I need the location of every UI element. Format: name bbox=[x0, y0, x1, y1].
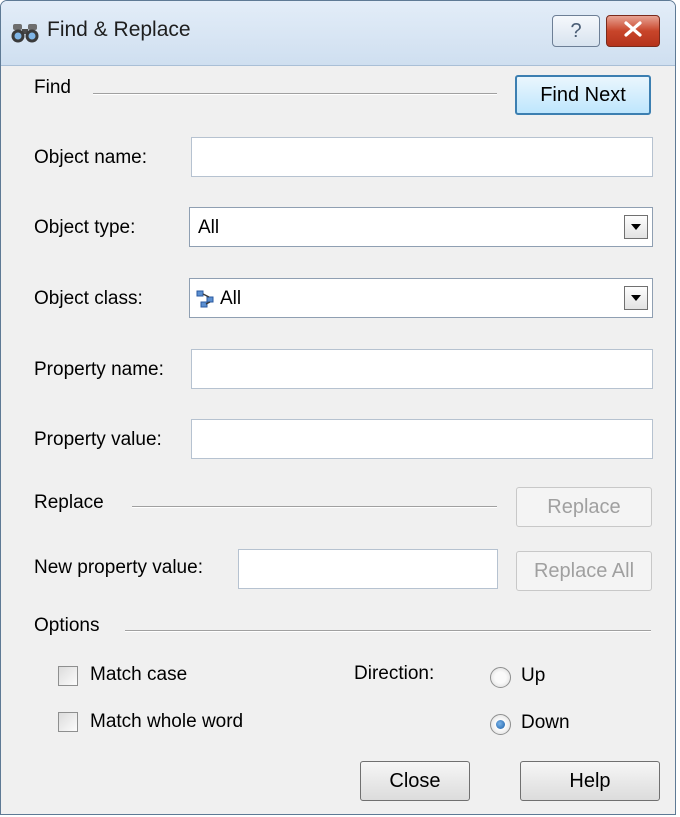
direction-up-label: Up bbox=[521, 665, 546, 686]
object-type-label: Object type: bbox=[34, 217, 136, 238]
property-value-input[interactable] bbox=[191, 419, 653, 459]
direction-up-radio[interactable] bbox=[490, 667, 511, 688]
match-case-label: Match case bbox=[90, 664, 188, 685]
direction-down-label: Down bbox=[521, 712, 570, 733]
object-class-icon bbox=[196, 289, 216, 315]
title-help-button[interactable]: ? bbox=[552, 15, 600, 47]
title-close-button[interactable] bbox=[606, 15, 660, 47]
find-replace-dialog: Find & Replace ? Find Find Next Object n… bbox=[0, 0, 676, 815]
object-class-value: All bbox=[220, 288, 242, 309]
window-title: Find & Replace bbox=[47, 18, 191, 41]
find-next-button[interactable]: Find Next bbox=[515, 75, 651, 115]
chevron-down-icon[interactable] bbox=[624, 286, 648, 310]
replace-all-button[interactable]: Replace All bbox=[516, 551, 652, 591]
title-bar: Find & Replace ? bbox=[1, 1, 675, 66]
chevron-down-icon[interactable] bbox=[624, 215, 648, 239]
object-type-value: All bbox=[198, 217, 220, 238]
object-type-select[interactable]: All bbox=[189, 207, 653, 247]
replace-section-label: Replace bbox=[34, 492, 104, 513]
property-name-label: Property name: bbox=[34, 359, 164, 380]
object-name-input[interactable] bbox=[191, 137, 653, 177]
object-name-label: Object name: bbox=[34, 147, 147, 168]
close-icon bbox=[623, 20, 643, 42]
close-button[interactable]: Close bbox=[360, 761, 470, 801]
new-property-value-label: New property value: bbox=[34, 557, 203, 578]
options-section-label: Options bbox=[34, 615, 100, 636]
options-separator bbox=[125, 630, 651, 632]
replace-separator bbox=[132, 506, 497, 508]
property-name-input[interactable] bbox=[191, 349, 653, 389]
new-property-value-input[interactable] bbox=[238, 549, 498, 589]
binoculars-icon bbox=[11, 21, 39, 45]
match-whole-word-checkbox[interactable] bbox=[58, 712, 78, 732]
match-whole-word-label: Match whole word bbox=[90, 711, 244, 732]
direction-down-radio[interactable] bbox=[490, 714, 511, 735]
find-section-label: Find bbox=[34, 77, 71, 98]
find-separator bbox=[93, 93, 497, 95]
match-case-checkbox[interactable] bbox=[58, 666, 78, 686]
property-value-label: Property value: bbox=[34, 429, 162, 450]
replace-button[interactable]: Replace bbox=[516, 487, 652, 527]
object-class-select[interactable]: All bbox=[189, 278, 653, 318]
object-class-label: Object class: bbox=[34, 288, 143, 309]
help-button[interactable]: Help bbox=[520, 761, 660, 801]
direction-label: Direction: bbox=[354, 663, 435, 684]
